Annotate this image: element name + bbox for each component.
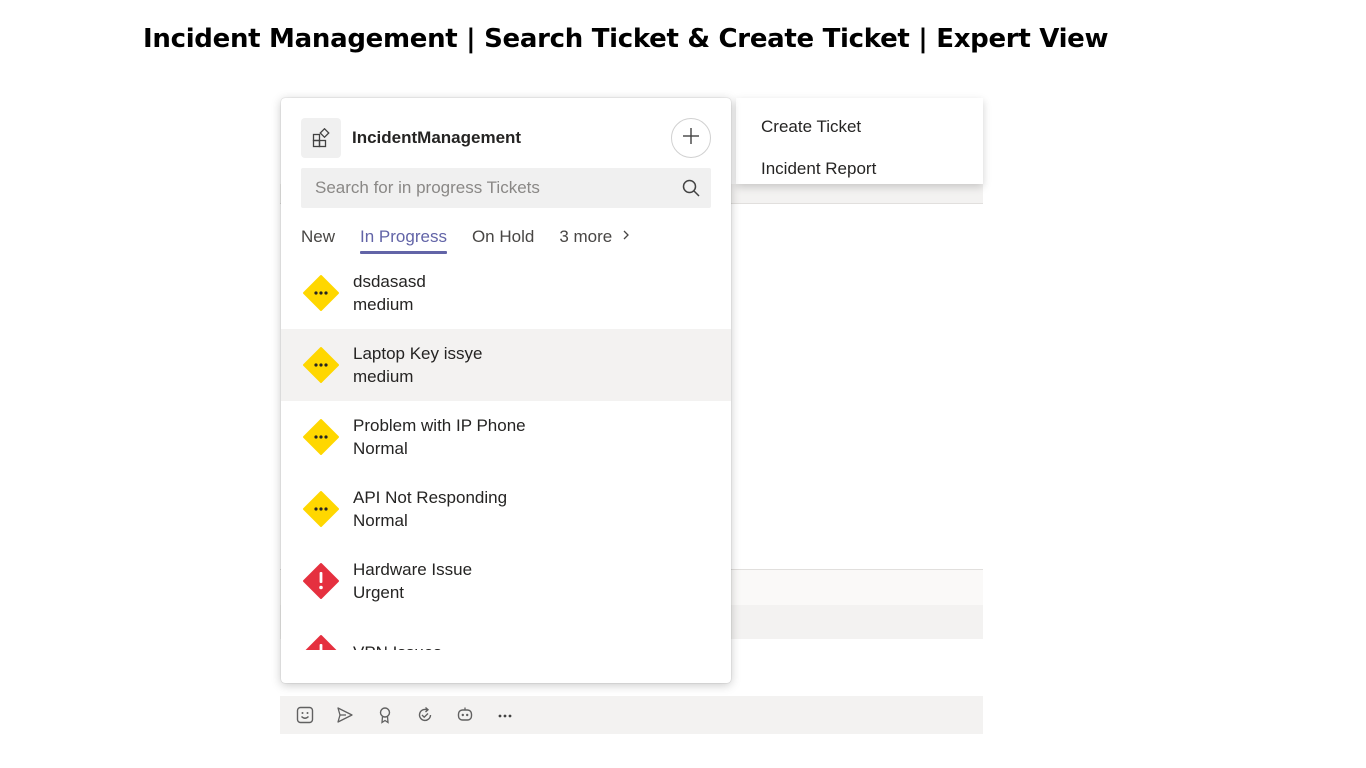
search-box bbox=[301, 168, 711, 208]
ticket-priority: medium bbox=[353, 295, 414, 314]
bot-icon[interactable] bbox=[454, 704, 476, 726]
create-menu: Create Ticket Incident Report bbox=[736, 98, 983, 184]
ticket-priority: Urgent bbox=[353, 583, 405, 602]
page-title: Incident Management | Search Ticket & Cr… bbox=[143, 24, 1109, 54]
compose-toolbar bbox=[280, 696, 983, 734]
ticket-priority: medium bbox=[353, 367, 414, 386]
app-icon bbox=[301, 118, 341, 158]
plus-icon bbox=[682, 127, 700, 150]
menu-item-create-ticket[interactable]: Create Ticket bbox=[736, 106, 983, 148]
ticket-row[interactable]: Laptop Key issye medium bbox=[281, 329, 731, 401]
add-ticket-button[interactable] bbox=[671, 118, 711, 158]
chevron-right-icon bbox=[622, 227, 630, 247]
ticket-priority: Normal bbox=[353, 439, 408, 458]
tab-on-hold[interactable]: On Hold bbox=[472, 224, 534, 254]
status-tabs: New In Progress On Hold 3 more bbox=[301, 224, 655, 254]
more-icon[interactable] bbox=[494, 704, 516, 726]
search-input[interactable] bbox=[315, 178, 671, 198]
pending-diamond-icon bbox=[301, 417, 341, 457]
search-icon[interactable] bbox=[671, 168, 711, 208]
tab-in-progress[interactable]: In Progress bbox=[360, 224, 447, 254]
pending-diamond-icon bbox=[301, 273, 341, 313]
tab-more[interactable]: 3 more bbox=[559, 224, 630, 254]
ticket-list: dsdasasd medium Laptop Key issye medium … bbox=[281, 257, 731, 650]
tab-more-label: 3 more bbox=[559, 227, 613, 246]
ticket-title: Hardware Issue bbox=[353, 559, 473, 579]
send-icon[interactable] bbox=[334, 704, 356, 726]
panel-header: IncidentManagement bbox=[301, 118, 711, 158]
ticket-row[interactable]: Hardware Issue Urgent bbox=[281, 545, 731, 617]
tab-new[interactable]: New bbox=[301, 224, 335, 254]
incident-panel: IncidentManagement New In Progress On Ho… bbox=[281, 98, 731, 683]
alert-diamond-icon bbox=[301, 561, 341, 601]
ticket-title: dsdasasd bbox=[353, 271, 426, 291]
ticket-title: Problem with IP Phone bbox=[353, 415, 526, 435]
sticker-icon[interactable] bbox=[294, 704, 316, 726]
ticket-title: VPN Issues bbox=[353, 641, 442, 650]
alert-diamond-icon bbox=[301, 633, 341, 650]
ticket-row[interactable]: dsdasasd medium bbox=[281, 257, 731, 329]
ticket-title: API Not Responding bbox=[353, 487, 508, 507]
ticket-title: Laptop Key issye bbox=[353, 343, 483, 363]
app-name: IncidentManagement bbox=[352, 128, 522, 147]
praise-icon[interactable] bbox=[374, 704, 396, 726]
ticket-row[interactable]: VPN Issues bbox=[281, 617, 731, 650]
pending-diamond-icon bbox=[301, 489, 341, 529]
ticket-row[interactable]: API Not Responding Normal bbox=[281, 473, 731, 545]
ticket-row[interactable]: Problem with IP Phone Normal bbox=[281, 401, 731, 473]
ticket-priority: Normal bbox=[353, 511, 408, 530]
loop-icon[interactable] bbox=[414, 704, 436, 726]
menu-item-incident-report[interactable]: Incident Report bbox=[736, 148, 983, 190]
pending-diamond-icon bbox=[301, 345, 341, 385]
